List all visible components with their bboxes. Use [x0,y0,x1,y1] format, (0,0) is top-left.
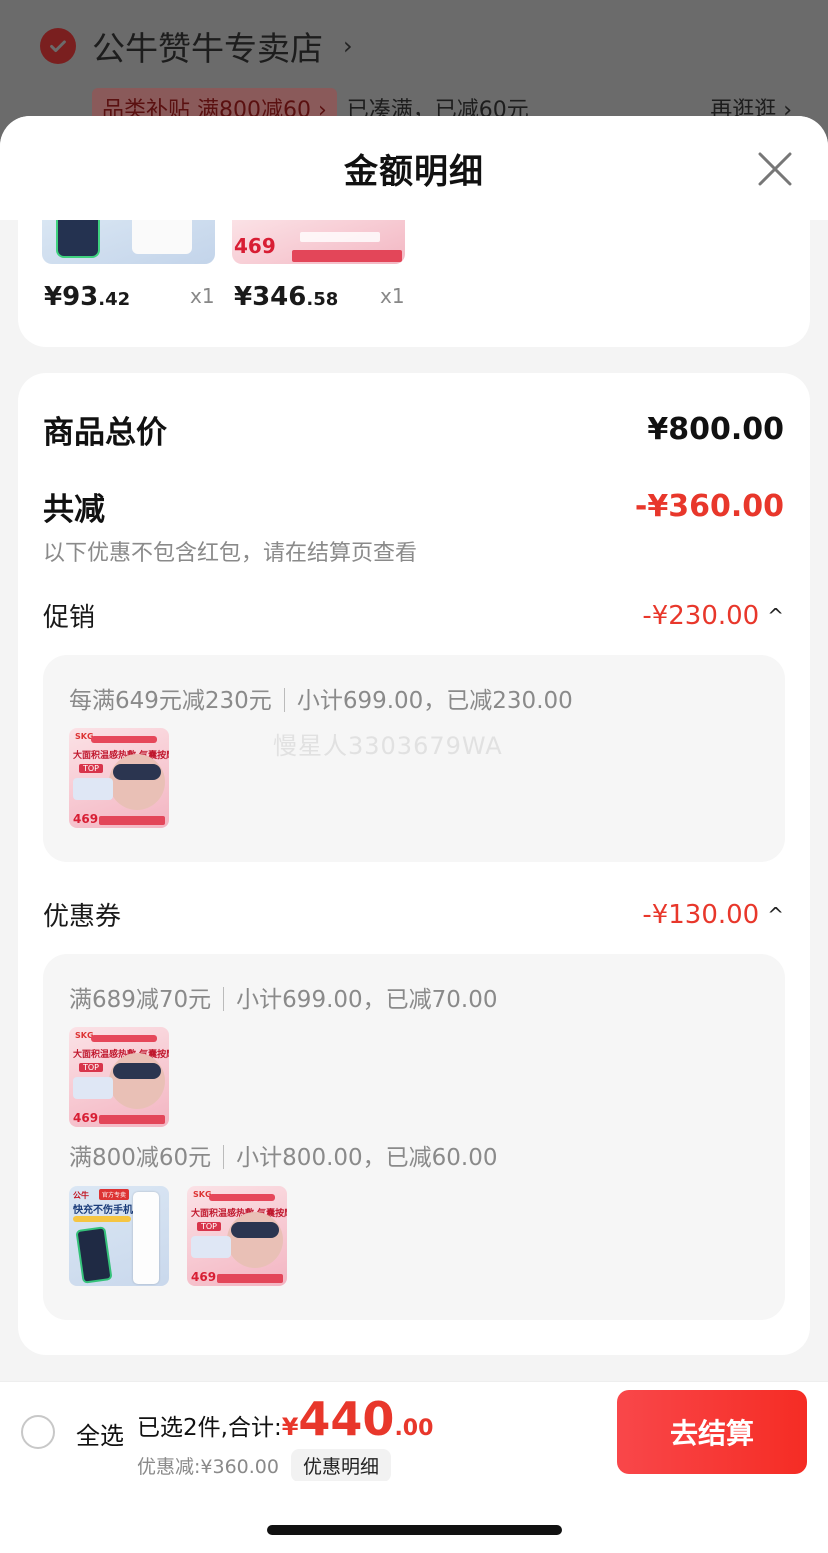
close-icon[interactable] [758,152,792,186]
strip-price: ¥346.58 [234,282,339,312]
product-strip: ¥93.42 x1 469 ¥346.58 x1 [18,220,810,347]
coupon-subtotal-2: 小计800.00，已减60.00 [236,1145,498,1171]
promotion-rule-line: 每满649元减230元 小计699.00，已减230.00 [69,681,573,715]
sheet-header: 金额明细 [0,116,828,220]
coupon-row[interactable]: 优惠券 -¥130.00 ^ [43,896,784,933]
cable-image: 公牛 官方专卖 快充不伤手机 [69,1186,169,1286]
coupon-label: 优惠券 [43,902,122,932]
promotion-value-wrap: -¥230.00 ^ [642,601,784,631]
total-amount-dec: .00 [394,1416,434,1441]
eye-mask-image: SKG 大面积温感热敷 气囊按摩 TOP 469 [69,728,169,828]
discount-amount: 优惠减:¥360.00 [137,1456,279,1478]
checkout-button[interactable]: 去结算 [617,1390,807,1474]
total-label: 商品总价 [43,415,167,451]
amount-detail-card: 商品总价 ¥800.00 共减 -¥360.00 以下优惠不包含红包，请在结算页… [18,373,810,1355]
coupon-rule-2: 满800减60元 [69,1145,212,1171]
coupon-value: -¥130.00 [642,899,760,930]
coupon-rule-1: 满689减70元 [69,987,212,1013]
chevron-up-icon[interactable]: ^ [767,903,784,927]
reduce-label: 共减 [43,492,105,528]
sheet-title: 金额明细 [344,151,484,192]
product-thumbnail-eye-mask[interactable]: SKG 大面积温感热敷 气囊按摩 TOP 469 [69,1027,169,1127]
selected-count-label: 已选2件,合计: [137,1415,282,1441]
product-thumbnail-eye-mask[interactable]: SKG 大面积温感热敷 气囊按摩 TOP 469 [69,728,169,828]
coupon-rule-line-2: 满800减60元 小计800.00，已减60.00 [69,1138,498,1172]
promotion-subtotal: 小计699.00，已减230.00 [296,688,573,714]
chevron-up-icon[interactable]: ^ [767,604,784,628]
amount-detail-sheet: 金额明细 ¥93.42 x1 469 ¥346.58 x1 商品总价 ¥800.… [0,116,828,1381]
promotion-value: -¥230.00 [642,600,760,631]
reduce-value: -¥360.00 [634,489,784,524]
product-thumbnail [42,220,215,264]
promotion-row[interactable]: 促销 -¥230.00 ^ [43,597,784,634]
strip-item[interactable]: 469 ¥346.58 x1 [232,220,422,312]
product-thumbnail-cable[interactable]: 公牛 官方专卖 快充不伤手机 [69,1186,169,1286]
coupon-subtotal-1: 小计699.00，已减70.00 [236,987,498,1013]
store-name: 公牛赞牛专卖店 [92,29,323,68]
product-thumbnail: 469 [232,220,405,264]
total-amount-int: 440 [298,1392,395,1446]
divider [223,1145,225,1169]
eye-mask-image: SKG 大面积温感热敷 气囊按摩 TOP 469 [69,1027,169,1127]
strip-qty: x1 [380,284,405,308]
strip-item[interactable]: ¥93.42 x1 [42,220,232,312]
checked-icon [40,28,76,64]
strip-qty: x1 [190,284,215,308]
divider [283,688,285,712]
eye-mask-image: SKG 大面积温感热敷 气囊按摩 TOP 469 [187,1186,287,1286]
reduce-row: 共减 -¥360.00 [43,484,784,529]
home-indicator[interactable] [267,1525,562,1535]
home-indicator-area [0,1481,828,1553]
total-value: ¥800.00 [647,412,784,447]
select-all-label[interactable]: 全选 [76,1416,124,1451]
coupon-value-wrap: -¥130.00 ^ [642,900,784,930]
coupon-rule-line-1: 满689减70元 小计699.00，已减70.00 [69,980,498,1014]
total-row: 商品总价 ¥800.00 [43,407,784,452]
checkout-bar: 全选 已选2件,合计: ¥ 440 .00 优惠减:¥360.00 优惠明细 去… [0,1381,828,1482]
watermark: 慢星人3303679WA [273,732,503,760]
promotion-label: 促销 [43,603,96,633]
store-header: 公牛赞牛专卖店 › [40,22,353,70]
promotion-rule: 每满649元减230元 [69,688,272,714]
coupon-detail-box: 满689减70元 小计699.00，已减70.00 SKG 大面积温感热敷 气囊按… [43,954,785,1320]
product-thumbnail-eye-mask[interactable]: SKG 大面积温感热敷 气囊按摩 TOP 469 [187,1186,287,1286]
discount-detail-button[interactable]: 优惠明细 [290,1449,391,1482]
reduce-note: 以下优惠不包含红包，请在结算页查看 [43,541,418,566]
discount-line: 优惠减:¥360.00 优惠明细 [137,1449,391,1482]
divider [223,987,225,1011]
select-all-radio[interactable] [21,1415,55,1449]
currency-symbol: ¥ [281,1413,299,1441]
chevron-right-icon: › [343,32,353,60]
total-summary: 已选2件,合计: ¥ 440 .00 [137,1396,433,1442]
strip-price: ¥93.42 [44,282,131,312]
